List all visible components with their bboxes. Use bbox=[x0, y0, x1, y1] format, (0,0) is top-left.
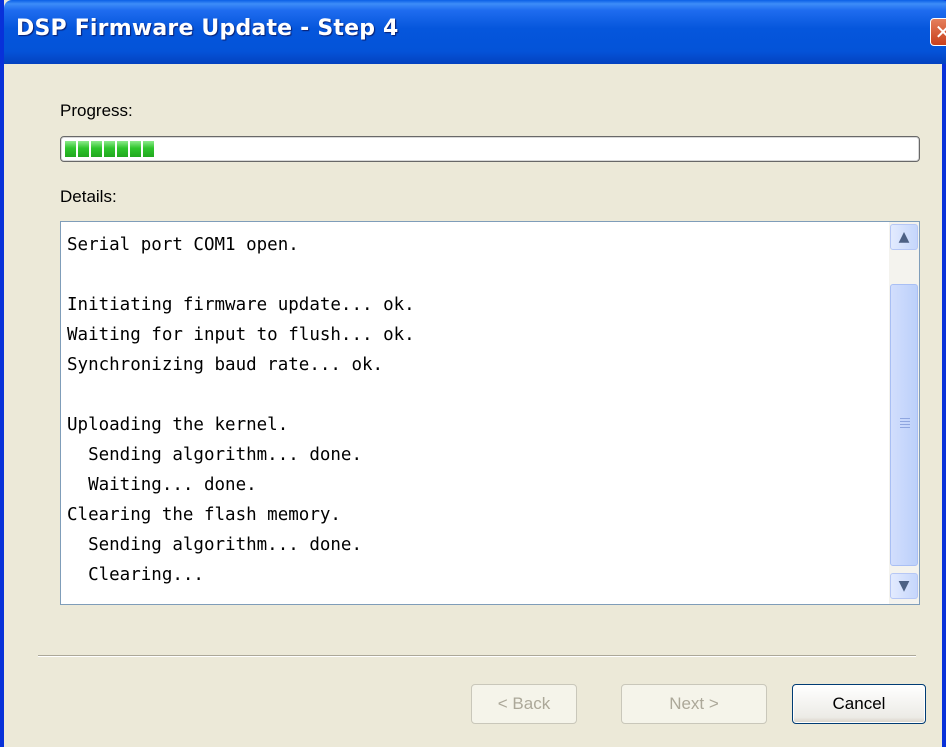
cancel-button[interactable]: Cancel bbox=[792, 684, 926, 724]
footer-separator bbox=[38, 655, 916, 657]
progress-segment bbox=[78, 141, 89, 157]
progress-segment bbox=[91, 141, 102, 157]
chevron-up-icon: ▲ bbox=[898, 229, 910, 245]
chevron-down-icon: ▼ bbox=[898, 578, 910, 594]
progress-label: Progress: bbox=[60, 101, 133, 120]
progress-segment bbox=[117, 141, 128, 157]
scroll-down-button[interactable]: ▼ bbox=[890, 573, 918, 599]
scroll-thumb[interactable] bbox=[890, 284, 918, 566]
progress-segment bbox=[65, 141, 76, 157]
dialog-window: DSP Firmware Update - Step 4 ✕ Progress:… bbox=[0, 0, 946, 747]
cancel-button-label: Cancel bbox=[832, 694, 886, 713]
progress-bar bbox=[60, 136, 920, 162]
next-button-label: Next > bbox=[669, 694, 719, 713]
vertical-scrollbar[interactable]: ▲ ▼ bbox=[889, 222, 919, 604]
progress-segment bbox=[130, 141, 141, 157]
details-label: Details: bbox=[60, 187, 117, 206]
back-button-label: < Back bbox=[497, 694, 551, 713]
dialog-content: Progress: Details: Serial port COM1 open… bbox=[8, 64, 946, 747]
title-bar[interactable]: DSP Firmware Update - Step 4 ✕ bbox=[4, 0, 946, 64]
grip-icon bbox=[900, 418, 910, 428]
details-log-text: Serial port COM1 open. Initiating firmwa… bbox=[67, 235, 415, 585]
progress-segment bbox=[104, 141, 115, 157]
close-button[interactable]: ✕ bbox=[930, 18, 946, 46]
back-button[interactable]: < Back bbox=[471, 684, 577, 724]
progress-segment bbox=[143, 141, 154, 157]
scroll-up-button[interactable]: ▲ bbox=[890, 224, 918, 250]
progress-fill bbox=[65, 141, 154, 157]
window-title: DSP Firmware Update - Step 4 bbox=[16, 16, 399, 41]
details-log-box[interactable]: Serial port COM1 open. Initiating firmwa… bbox=[60, 221, 920, 605]
next-button[interactable]: Next > bbox=[621, 684, 767, 724]
close-icon: ✕ bbox=[934, 20, 946, 44]
